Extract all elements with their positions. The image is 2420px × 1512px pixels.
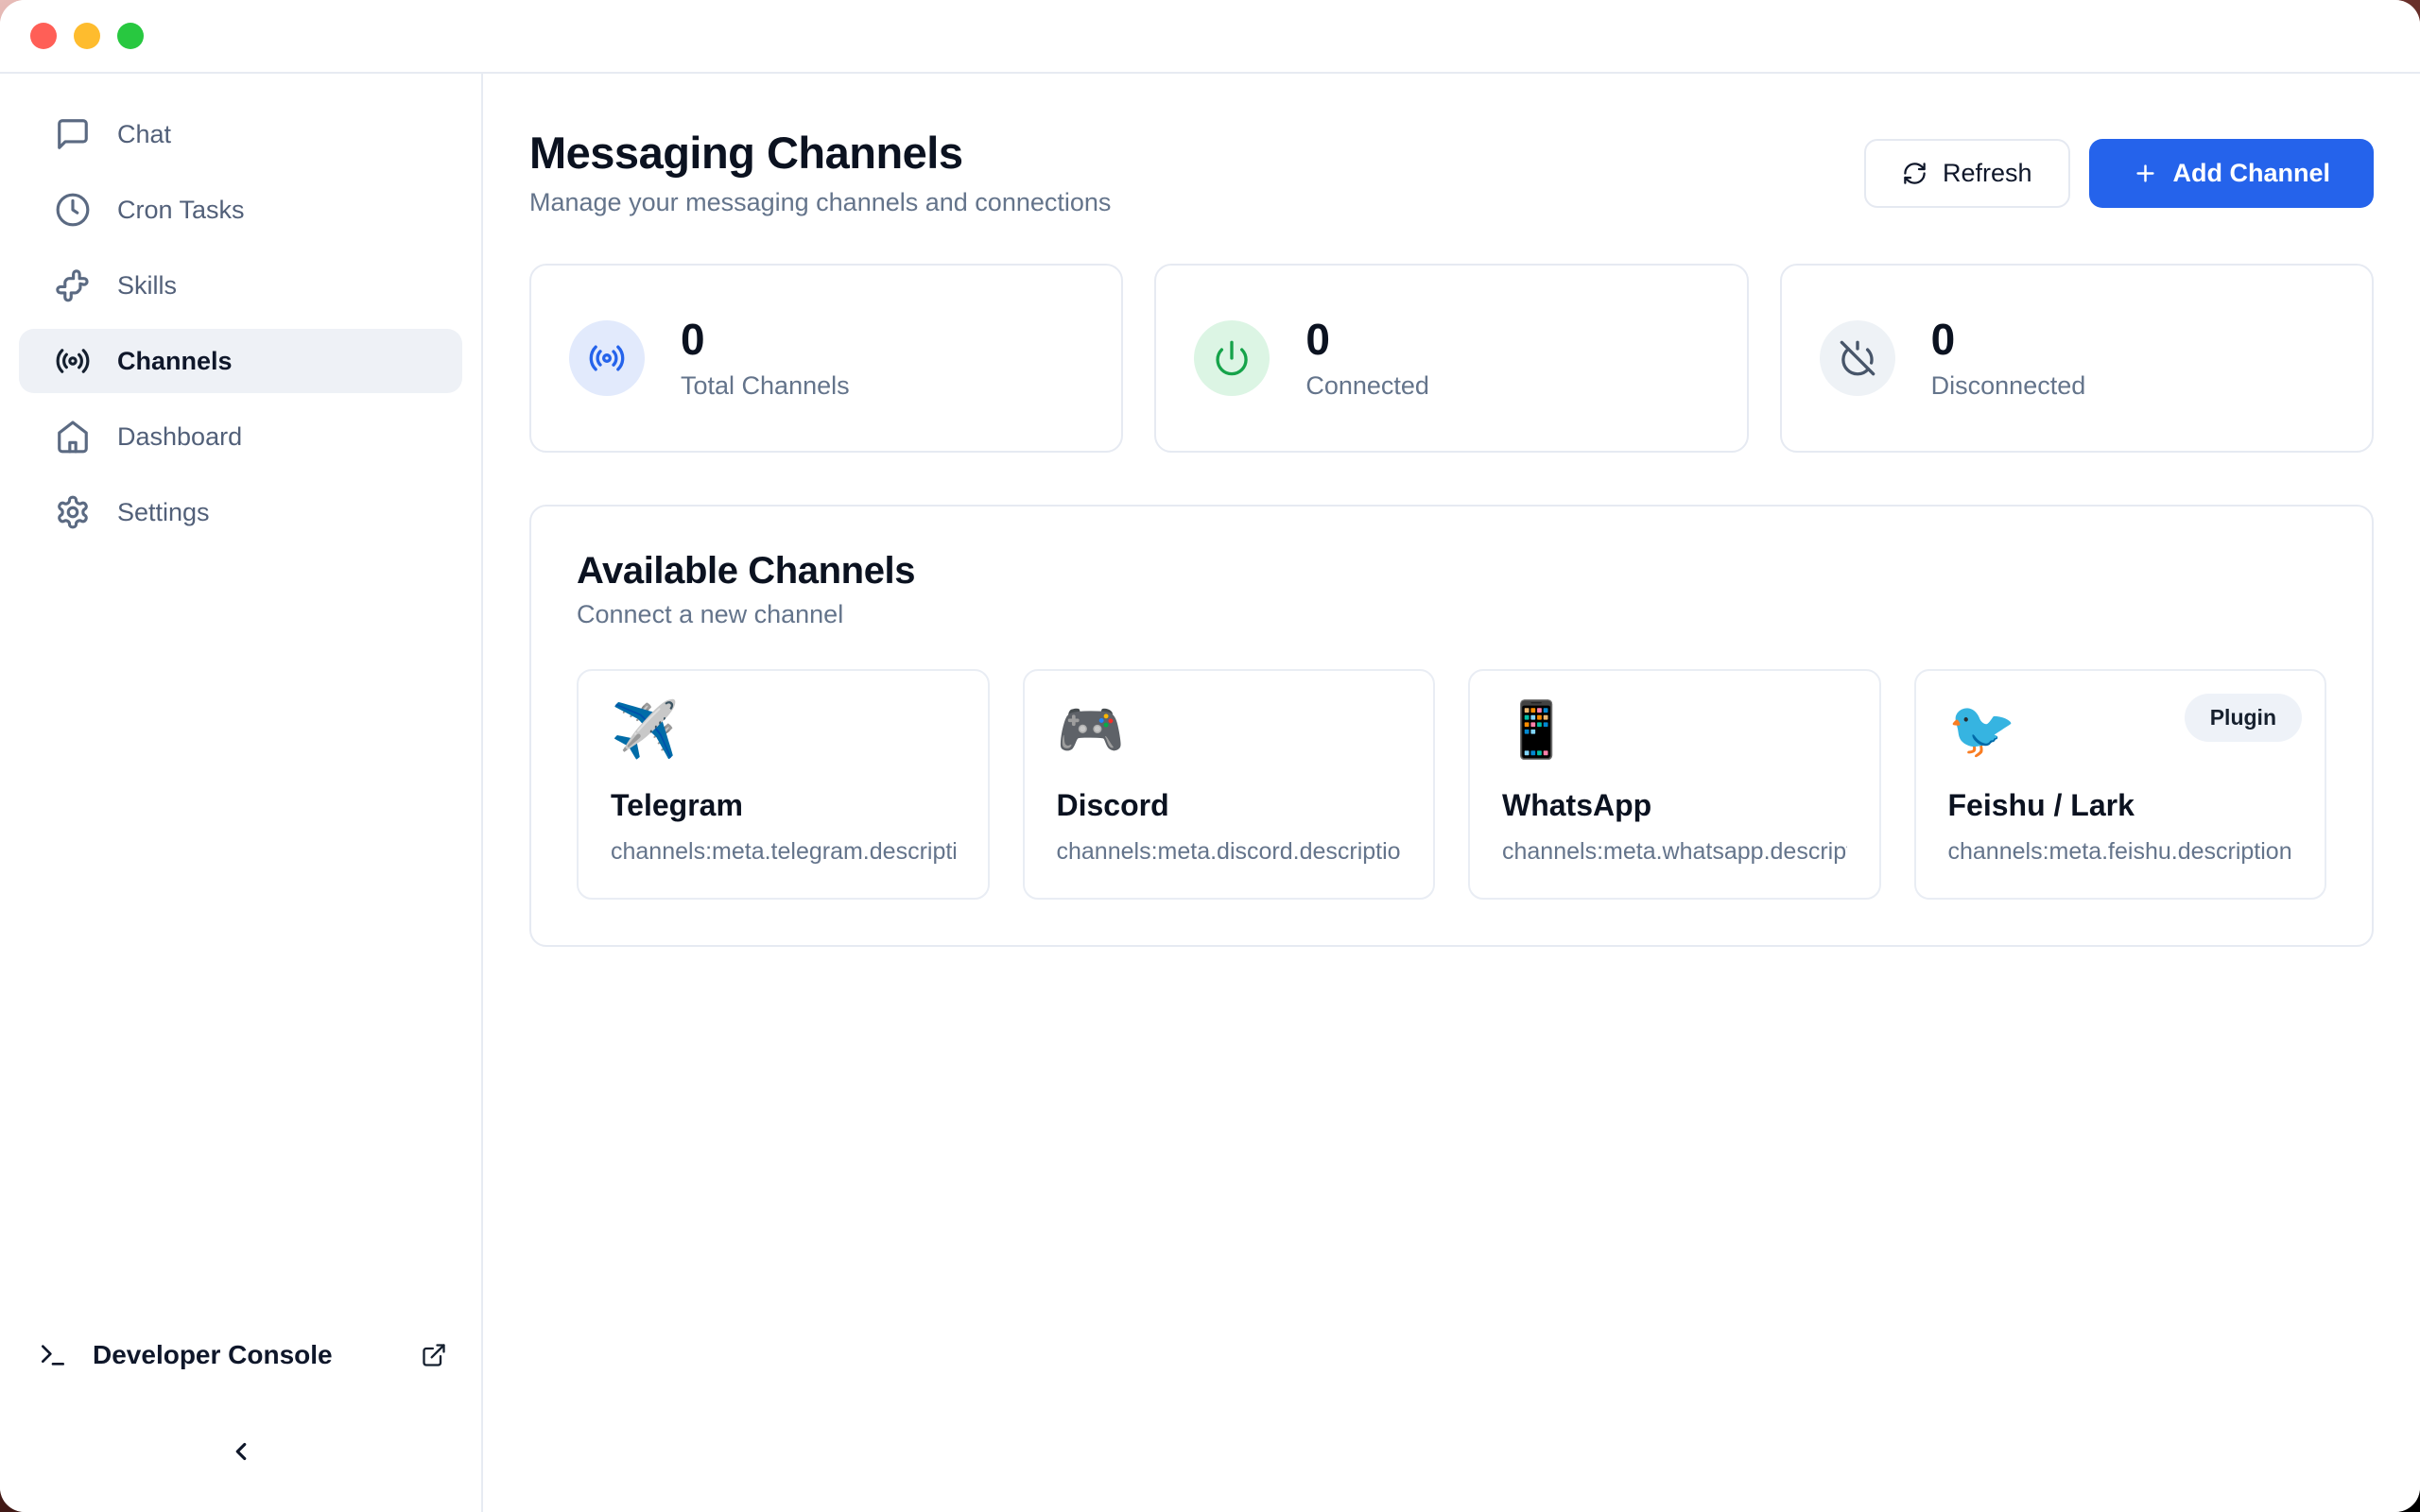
sidebar-footer: Developer Console (0, 1319, 481, 1512)
puzzle-icon (55, 267, 91, 303)
stat-value: 0 (681, 316, 850, 364)
main-content: Messaging Channels Manage your messaging… (483, 74, 2420, 1512)
sidebar-item-label: Skills (117, 271, 177, 301)
page-header-text: Messaging Channels Manage your messaging… (529, 128, 1111, 217)
stat-label: Disconnected (1931, 371, 2086, 401)
minimize-window-button[interactable] (74, 23, 100, 49)
channel-description: channels:meta.telegram.description (611, 838, 956, 866)
channel-description: channels:meta.discord.description (1057, 838, 1402, 866)
home-icon (55, 419, 91, 455)
titlebar (0, 0, 2420, 74)
traffic-lights (30, 23, 144, 49)
channel-emoji-icon: 🎮 (1057, 703, 1402, 762)
terminal-icon (38, 1340, 68, 1370)
channel-name: Discord (1057, 788, 1402, 823)
stat-text: 0 Connected (1305, 316, 1429, 401)
available-channels-title: Available Channels (577, 550, 2326, 593)
collapse-sidebar-button[interactable] (218, 1431, 264, 1476)
power-icon (1213, 339, 1251, 377)
chevron-left-icon (227, 1437, 255, 1470)
channel-card-discord[interactable]: 🎮 Discord channels:meta.discord.descriptio… (1023, 669, 1436, 900)
stat-value: 0 (1305, 316, 1429, 364)
add-channel-button-label: Add Channel (2173, 159, 2331, 188)
stat-card-disconnected: 0 Disconnected (1780, 264, 2374, 453)
channel-card-feishu-lark[interactable]: Plugin🐦Feishu / Larkchannels:meta.feishu… (1914, 669, 2327, 900)
broadcast-icon (588, 339, 626, 377)
channel-grid: ✈️ Telegram channels:meta.telegram.descrip… (577, 669, 2326, 900)
developer-console-button[interactable]: Developer Console (0, 1319, 481, 1391)
plugin-badge: Plugin (2185, 694, 2302, 742)
available-channels-panel: Available Channels Connect a new channel… (529, 505, 2374, 947)
header-actions: Refresh Add Channel (1864, 139, 2374, 208)
channel-name: Telegram (611, 788, 956, 823)
stat-text: 0 Disconnected (1931, 316, 2086, 401)
sidebar-item-channels[interactable]: Channels (19, 329, 462, 393)
sidebar-item-label: Cron Tasks (117, 196, 245, 225)
page-header: Messaging Channels Manage your messaging… (529, 74, 2374, 217)
developer-console-label: Developer Console (93, 1340, 421, 1370)
stat-value: 0 (1931, 316, 2086, 364)
refresh-button-label: Refresh (1943, 159, 2032, 188)
sidebar-item-label: Chat (117, 120, 171, 149)
channel-card-telegram[interactable]: ✈️ Telegram channels:meta.telegram.descrip… (577, 669, 990, 900)
stat-icon-circle (569, 320, 645, 396)
stat-label: Total Channels (681, 371, 850, 401)
external-link-icon[interactable] (421, 1342, 447, 1368)
page-subtitle: Manage your messaging channels and conne… (529, 188, 1111, 217)
stat-card-connected: 0 Connected (1154, 264, 1748, 453)
sidebar-item-label: Settings (117, 498, 210, 527)
channel-description: channels:meta.feishu.description (1948, 838, 2293, 866)
page-title: Messaging Channels (529, 128, 1111, 179)
clock-icon (55, 192, 91, 228)
channel-emoji-icon: 📱 (1502, 703, 1847, 762)
refresh-button[interactable]: Refresh (1864, 139, 2070, 208)
window-body: Chat Cron Tasks Skills Channels Dashboard Set… (0, 74, 2420, 1512)
available-channels-subtitle: Connect a new channel (577, 600, 2326, 629)
app-window: Chat Cron Tasks Skills Channels Dashboard Set… (0, 0, 2420, 1512)
channel-name: Feishu / Lark (1948, 788, 2293, 823)
broadcast-icon (55, 343, 91, 379)
stat-label: Connected (1305, 371, 1429, 401)
close-window-button[interactable] (30, 23, 57, 49)
stat-icon-circle (1820, 320, 1895, 396)
gear-icon (55, 494, 91, 530)
channel-card-whatsapp[interactable]: 📱 WhatsApp channels:meta.whatsapp.descript… (1468, 669, 1881, 900)
sidebar: Chat Cron Tasks Skills Channels Dashboard Set… (0, 74, 483, 1512)
channel-emoji-icon: ✈️ (611, 703, 956, 762)
sidebar-item-label: Channels (117, 347, 233, 376)
stat-icon-circle (1194, 320, 1270, 396)
sidebar-nav: Chat Cron Tasks Skills Channels Dashboard Set… (0, 102, 481, 544)
stats-row: 0 Total Channels 0 Connected 0 Disconnected (529, 264, 2374, 453)
sidebar-item-skills[interactable]: Skills (19, 253, 462, 318)
plus-icon (2133, 161, 2158, 186)
zoom-window-button[interactable] (117, 23, 144, 49)
stat-text: 0 Total Channels (681, 316, 850, 401)
add-channel-button[interactable]: Add Channel (2089, 139, 2375, 208)
sidebar-item-settings[interactable]: Settings (19, 480, 462, 544)
channel-description: channels:meta.whatsapp.description (1502, 838, 1847, 866)
channel-name: WhatsApp (1502, 788, 1847, 823)
sidebar-item-label: Dashboard (117, 422, 242, 452)
desktop: Chat Cron Tasks Skills Channels Dashboard Set… (0, 0, 2420, 1512)
chat-bubble-icon (55, 116, 91, 152)
sidebar-item-dashboard[interactable]: Dashboard (19, 404, 462, 469)
refresh-icon (1902, 161, 1927, 186)
sidebar-collapse-row (0, 1391, 481, 1512)
sidebar-item-chat[interactable]: Chat (19, 102, 462, 166)
power-off-icon (1839, 339, 1876, 377)
sidebar-item-cron-tasks[interactable]: Cron Tasks (19, 178, 462, 242)
stat-card-total-channels: 0 Total Channels (529, 264, 1123, 453)
